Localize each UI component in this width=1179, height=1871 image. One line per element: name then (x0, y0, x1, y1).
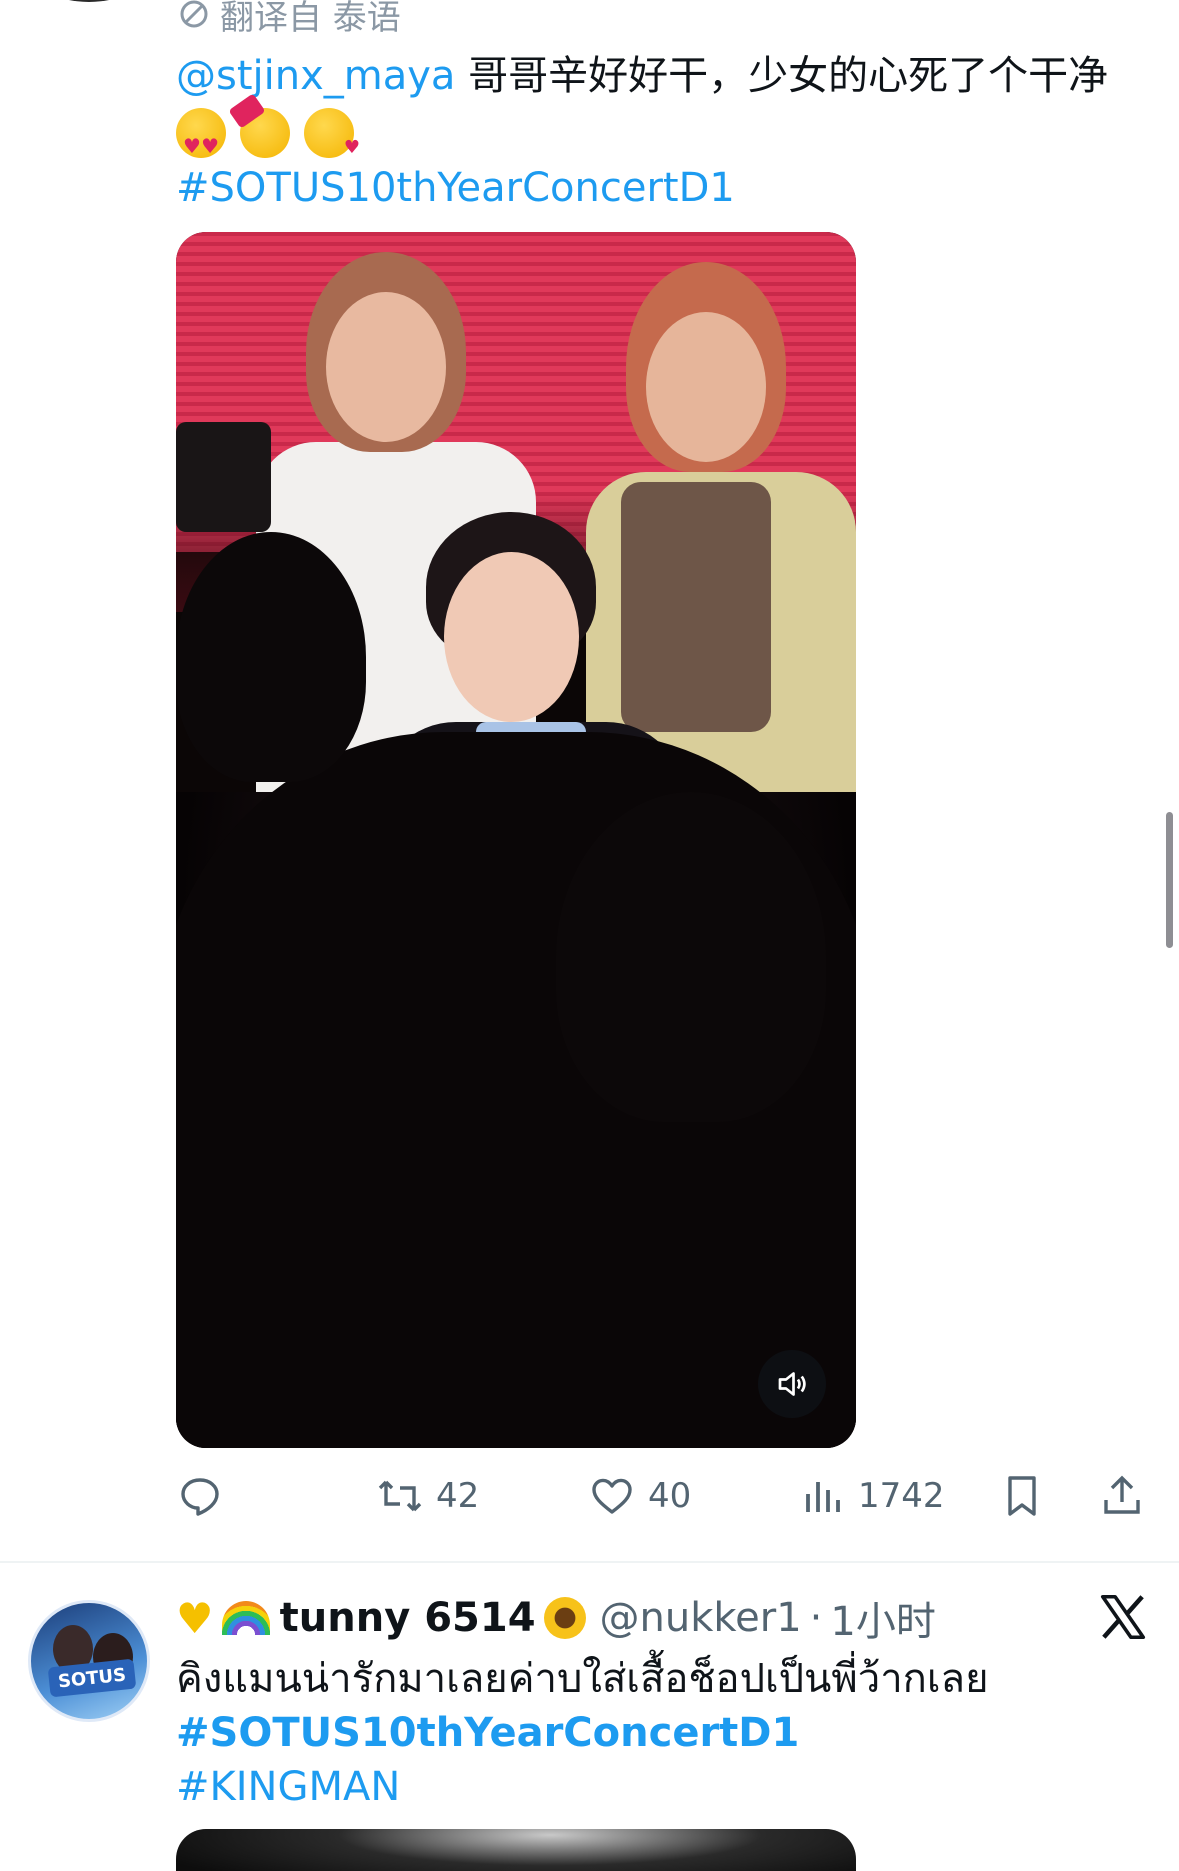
x-logo-icon[interactable] (1096, 1590, 1150, 1644)
translate-icon (180, 0, 208, 28)
person-left-face (326, 292, 446, 442)
scrollbar[interactable] (1166, 812, 1173, 948)
heart-icon (592, 1478, 632, 1514)
person-right-face (646, 312, 766, 462)
tweet-body-text: คิงแมนน่ารักมาเลยค่าบใส่เสื้อช็อปเป็นพี่… (176, 1656, 989, 1702)
bookmark-icon (1008, 1476, 1036, 1516)
kiss-emoji-icon (304, 108, 360, 178)
emoji-row (176, 108, 1136, 178)
hashtag-link[interactable]: #KINGMAN (176, 1760, 1156, 1814)
reply-icon (181, 1478, 219, 1516)
smiling-hearts-emoji-icon (240, 108, 290, 158)
yellow-heart-icon: ♥ (176, 1593, 214, 1643)
like-count: 40 (648, 1476, 692, 1516)
hashtag-link[interactable]: #SOTUS10thYearConcertD1 (176, 1706, 1156, 1760)
tweet-body-text: 哥哥辛好好干，少女的心死了个干净 (455, 53, 1109, 99)
foreground-head-right (556, 792, 826, 1122)
speaker-icon (778, 1372, 806, 1396)
foreground-head-left (176, 532, 366, 782)
tweet-media[interactable] (176, 1829, 856, 1871)
translation-label: 翻译自 泰语 (220, 0, 401, 38)
tweet-divider (0, 1561, 1179, 1563)
tweet-header: ♥ tunny 6514 @nukker1 · 1小时 (176, 1588, 936, 1648)
retweet-icon (378, 1480, 422, 1512)
views-icon (806, 1482, 840, 1512)
share-icon (1104, 1475, 1140, 1514)
translation-note[interactable]: 翻译自 泰语 (176, 0, 401, 38)
mention-link[interactable]: @stjinx_maya (176, 53, 455, 99)
tweet-actions: 42 40 1742 (176, 1468, 1156, 1524)
views-button[interactable]: 1742 (798, 1468, 945, 1524)
heart-eyes-emoji-icon (176, 108, 226, 176)
retweet-count: 42 (436, 1476, 480, 1516)
tweet-text: คิงแมนน่ารักมาเลยค่าบใส่เสื้อช็อปเป็นพี่… (176, 1652, 1156, 1814)
timestamp[interactable]: 1小时 (830, 1589, 935, 1647)
retweet-button[interactable]: 42 (376, 1468, 479, 1524)
avatar[interactable]: SOTUS (28, 1600, 150, 1722)
bookmark-button[interactable] (998, 1468, 1046, 1524)
reply-button[interactable] (176, 1468, 224, 1524)
camera-silhouette (176, 422, 271, 532)
like-button[interactable]: 40 (588, 1468, 691, 1524)
sunflower-icon (543, 1597, 586, 1639)
display-name[interactable]: tunny 6514 (280, 1595, 536, 1641)
hashtag-link[interactable]: #SOTUS10thYearConcertD1 (176, 158, 1136, 218)
previous-avatar[interactable] (28, 0, 150, 2)
performer-face (444, 552, 579, 722)
separator-dot: · (809, 1595, 823, 1641)
view-count: 1742 (858, 1476, 945, 1516)
unmute-button[interactable] (758, 1350, 826, 1418)
share-button[interactable] (1098, 1468, 1146, 1524)
user-handle[interactable]: @nukker1 (600, 1595, 802, 1641)
tweet-text: @stjinx_maya 哥哥辛好好干，少女的心死了个干净 #SOTUS10th… (176, 46, 1136, 218)
rainbow-icon (221, 1601, 270, 1635)
tweet-video[interactable] (176, 232, 856, 1448)
person-right-shirt (621, 482, 771, 732)
